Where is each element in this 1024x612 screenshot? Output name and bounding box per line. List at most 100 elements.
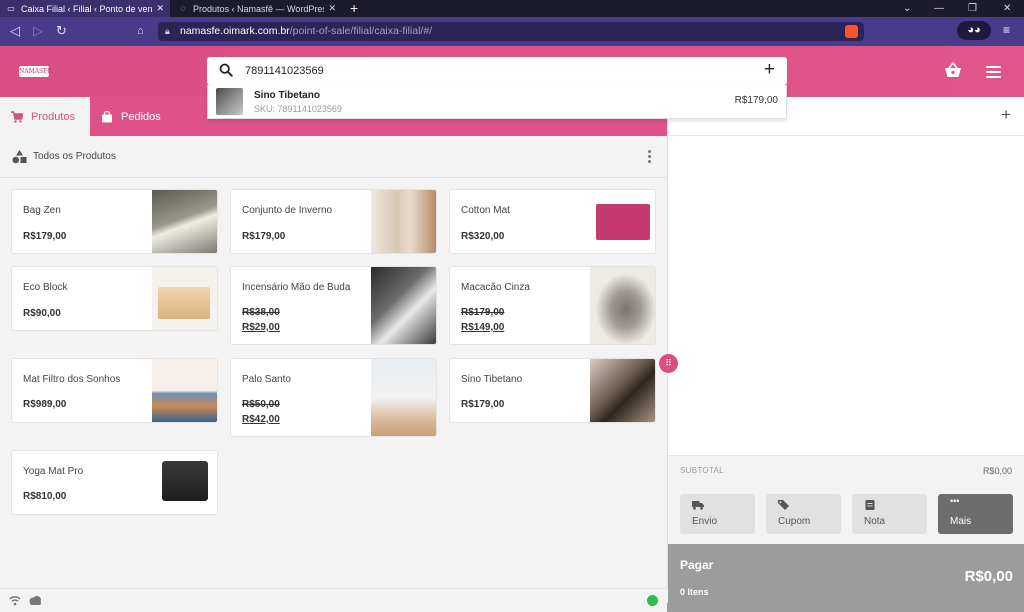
product-image bbox=[590, 267, 655, 344]
browser-menu-icon[interactable]: ≡ bbox=[1003, 23, 1010, 37]
close-tab-icon[interactable]: ✕ bbox=[328, 3, 336, 14]
pay-total: R$0,00 bbox=[964, 568, 1013, 585]
bookmark-icon[interactable]: ⌂ bbox=[137, 23, 144, 39]
more-button[interactable]: ••• Mais bbox=[938, 494, 1013, 534]
product-price: R$90,00 bbox=[23, 308, 61, 319]
tab-title: Produtos ‹ Namasfê — WordPress bbox=[193, 3, 325, 14]
cart-icon bbox=[11, 110, 23, 123]
forward-icon[interactable]: ▷ bbox=[33, 23, 43, 39]
product-search: + bbox=[207, 57, 787, 85]
minimize-window-icon[interactable]: — bbox=[934, 0, 944, 17]
bag-icon bbox=[102, 110, 112, 122]
product-price: R$149,00 bbox=[461, 322, 505, 333]
brave-shield-icon[interactable] bbox=[845, 25, 858, 38]
product-card[interactable]: Macacão Cinza R$179,00 R$149,00 bbox=[449, 266, 656, 345]
product-image bbox=[152, 190, 217, 253]
product-image bbox=[590, 190, 655, 253]
close-tab-icon[interactable]: ✕ bbox=[156, 3, 164, 14]
back-icon[interactable]: ◁ bbox=[10, 23, 20, 39]
product-card[interactable]: Palo Santo R$50,00 R$42,00 bbox=[230, 358, 437, 437]
tab-products[interactable]: Produtos bbox=[0, 97, 90, 136]
tab-products-label: Produtos bbox=[31, 110, 76, 123]
product-card[interactable]: Eco Block R$90,00 bbox=[11, 266, 218, 331]
tab-list-chevron-icon[interactable]: ⌄ bbox=[903, 0, 911, 17]
pay-label: Pagar bbox=[680, 558, 714, 572]
brand-logo[interactable]: NAMASFÊ bbox=[19, 66, 52, 77]
product-card[interactable]: Mat Filtro dos Sonhos R$989,00 bbox=[11, 358, 218, 423]
product-image bbox=[590, 359, 655, 422]
browser-tab-inactive[interactable]: ◌ Produtos ‹ Namasfê — WordPress ✕ bbox=[172, 0, 342, 17]
suggestion-sku: SKU: 7891141023569 bbox=[254, 104, 342, 114]
browser-tabbar: ▭ Caixa Filial ‹ Filial ‹ Ponto de venda… bbox=[0, 0, 1024, 17]
product-name: Macacão Cinza bbox=[461, 282, 530, 293]
shipping-label: Envio bbox=[692, 516, 718, 527]
shapes-icon bbox=[12, 150, 27, 164]
product-price: R$810,00 bbox=[23, 491, 67, 502]
browser-toolbar: ◁ ▷ ↻ ⌂ 🔒︎ namasfe.oimark.com.br/point-o… bbox=[0, 17, 1024, 46]
address-bar[interactable]: 🔒︎ namasfe.oimark.com.br/point-of-sale/f… bbox=[158, 22, 864, 41]
search-input[interactable] bbox=[245, 62, 745, 80]
category-header: Todos os Produtos bbox=[0, 136, 667, 178]
pay-button[interactable]: Pagar R$0,00 0 Itens bbox=[668, 544, 1024, 603]
product-price: R$989,00 bbox=[23, 399, 67, 410]
product-name: Mat Filtro dos Sonhos bbox=[23, 374, 121, 385]
reload-icon[interactable]: ↻ bbox=[56, 23, 67, 39]
online-status-indicator bbox=[647, 595, 658, 606]
suggestion-name: Sino Tibetano bbox=[254, 90, 320, 101]
search-suggestion[interactable]: Sino Tibetano SKU: 7891141023569 R$179,0… bbox=[207, 85, 787, 119]
product-name: Sino Tibetano bbox=[461, 374, 523, 385]
product-card[interactable]: Cotton Mat R$320,00 bbox=[449, 189, 656, 254]
more-options-icon[interactable] bbox=[648, 150, 651, 165]
panel-resize-handle[interactable]: ⠿ bbox=[659, 354, 678, 373]
basket-icon[interactable] bbox=[944, 62, 962, 78]
private-glasses-icon[interactable]: ◕◕ bbox=[957, 21, 991, 40]
product-name: Incensário Mão de Buda bbox=[242, 282, 351, 293]
product-image bbox=[371, 267, 436, 344]
tab-orders[interactable]: Pedidos bbox=[90, 97, 172, 136]
pay-footer bbox=[667, 603, 1024, 612]
product-name: Cotton Mat bbox=[461, 205, 510, 216]
add-customer-icon[interactable]: + bbox=[1001, 105, 1011, 125]
product-name: Eco Block bbox=[23, 282, 68, 293]
product-old-price: R$38,00 bbox=[242, 307, 280, 318]
more-label: Mais bbox=[950, 516, 972, 527]
status-bar bbox=[0, 588, 667, 612]
subtotal-value: R$0,00 bbox=[982, 466, 1012, 476]
truck-icon bbox=[692, 501, 704, 510]
product-image bbox=[371, 190, 436, 253]
product-card[interactable]: Conjunto de Inverno R$179,00 bbox=[230, 189, 437, 254]
shipping-button[interactable]: Envio bbox=[680, 494, 755, 534]
clipboard-icon bbox=[865, 500, 875, 510]
product-price: R$179,00 bbox=[461, 399, 505, 410]
ellipsis-icon: ••• bbox=[950, 496, 960, 506]
subtotal-label: SUBTOTAL bbox=[680, 466, 724, 475]
tab-orders-label: Pedidos bbox=[121, 110, 161, 123]
coupon-button[interactable]: Cupom bbox=[766, 494, 841, 534]
suggestion-thumbnail bbox=[216, 88, 243, 115]
product-card[interactable]: Yoga Mat Pro R$810,00 bbox=[11, 450, 218, 515]
menu-icon[interactable] bbox=[986, 66, 1001, 81]
product-name: Conjunto de Inverno bbox=[242, 205, 333, 216]
product-card[interactable]: Bag Zen R$179,00 bbox=[11, 189, 218, 254]
tag-icon bbox=[778, 500, 789, 510]
product-card[interactable]: Sino Tibetano R$179,00 bbox=[449, 358, 656, 423]
note-button[interactable]: Nota bbox=[852, 494, 927, 534]
url-path: /point-of-sale/filial/caixa-filial/#/ bbox=[289, 25, 433, 37]
restore-window-icon[interactable]: ❐ bbox=[968, 0, 977, 17]
new-tab-button[interactable]: + bbox=[350, 0, 358, 17]
product-price: R$179,00 bbox=[242, 231, 286, 242]
product-price: R$179,00 bbox=[23, 231, 67, 242]
product-price: R$320,00 bbox=[461, 231, 505, 242]
tab-favicon-icon: ▭ bbox=[7, 4, 15, 13]
add-product-icon[interactable]: + bbox=[764, 59, 775, 81]
browser-tab-active[interactable]: ▭ Caixa Filial ‹ Filial ‹ Ponto de venda… bbox=[0, 0, 170, 17]
search-icon bbox=[219, 63, 233, 77]
coupon-label: Cupom bbox=[778, 516, 811, 527]
product-old-price: R$179,00 bbox=[461, 307, 505, 318]
product-name: Bag Zen bbox=[23, 205, 61, 216]
close-window-icon[interactable]: ✕ bbox=[1003, 0, 1011, 17]
product-image bbox=[152, 267, 217, 330]
product-card[interactable]: Incensário Mão de Buda R$38,00 R$29,00 bbox=[230, 266, 437, 345]
wordpress-favicon-icon: ◌ bbox=[180, 4, 186, 13]
tab-title: Caixa Filial ‹ Filial ‹ Ponto de venda bbox=[21, 3, 153, 14]
